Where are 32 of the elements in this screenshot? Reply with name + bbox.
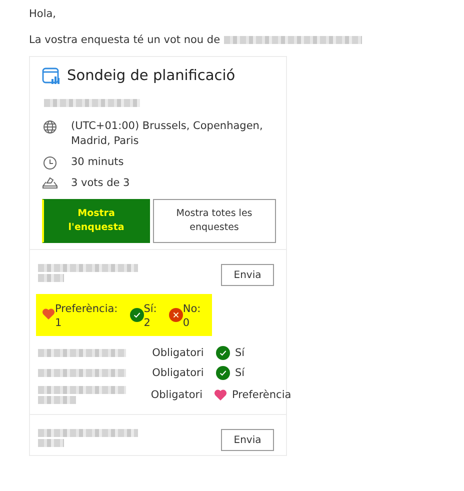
summary-label: Sí: 2 [144, 302, 157, 330]
send-button[interactable]: Envia [221, 429, 274, 451]
show-all-button[interactable]: Mostra totes les enquestes [152, 199, 276, 243]
answer-text: Preferència [232, 389, 292, 401]
detail-text: 3 vots de 3 [71, 176, 131, 191]
summary-label: Preferència: 1 [55, 302, 118, 330]
ballot-icon [42, 176, 58, 189]
intro-text: La vostra enquesta té un vot nou de [29, 34, 220, 46]
blurred-text [38, 274, 64, 282]
heart-icon [42, 308, 55, 320]
detail-text: (UTC+01:00) Brussels, Copenhagen, Madrid, Paris [71, 119, 264, 149]
blurred-text [38, 396, 76, 404]
requirement-text: Obligatori [152, 367, 205, 379]
globe-icon [42, 119, 58, 134]
clock-icon [42, 155, 58, 170]
no-cross-icon [168, 308, 183, 322]
greeting: Hola, [29, 8, 58, 20]
detail-text: 30 minuts [71, 155, 125, 170]
blurred-text [38, 439, 64, 447]
yes-check-icon [130, 308, 144, 322]
summary-label: No: 0 [182, 302, 201, 330]
requirement-text: Obligatori [152, 347, 205, 359]
answer-text: Sí [234, 347, 245, 359]
send-button[interactable]: Envia [221, 264, 274, 286]
requirement-text: Obligatori [150, 389, 204, 401]
answer-text: Sí [234, 367, 245, 379]
show-poll-button[interactable]: Mostra l'enquesta [42, 199, 150, 243]
yes-check-icon [216, 366, 230, 380]
calendar-chart-icon [42, 67, 60, 85]
poll-title: Sondeig de planificació [67, 68, 236, 84]
heart-icon [214, 389, 227, 401]
yes-check-icon [216, 346, 230, 360]
